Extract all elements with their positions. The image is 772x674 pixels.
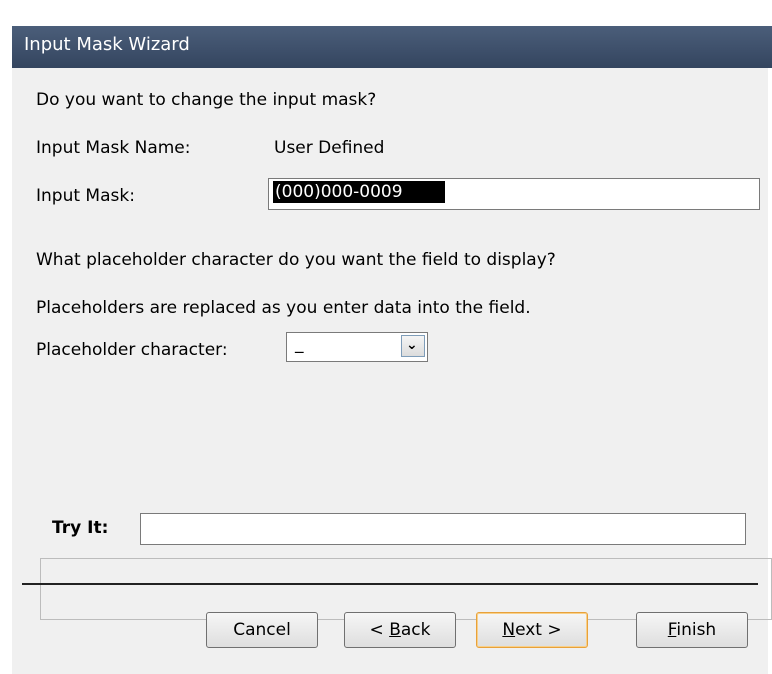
try-it-label: Try It: (52, 518, 109, 538)
try-it-group (40, 558, 772, 620)
next-mnemonic: N (502, 620, 516, 640)
mask-name-label: Input Mask Name: (36, 138, 191, 158)
back-mnemonic: B (389, 620, 401, 640)
cancel-button[interactable]: Cancel (206, 612, 318, 648)
mask-name-value: User Defined (274, 138, 385, 158)
placeholder-value: _ (295, 334, 304, 354)
input-mask-wizard-dialog: Input Mask Wizard Do you want to change … (0, 0, 772, 674)
placeholder-hint: Placeholders are replaced as you enter d… (36, 298, 531, 318)
window-title: Input Mask Wizard (24, 34, 190, 55)
input-mask-value: (000)000-0009 (273, 181, 445, 203)
next-button[interactable]: Next > (476, 612, 588, 648)
finish-button[interactable]: Finish (636, 612, 748, 648)
back-rest: ack (400, 620, 431, 640)
placeholder-question: What placeholder character do you want t… (36, 250, 556, 270)
back-prefix: < (369, 620, 390, 640)
placeholder-dropdown-button[interactable]: ⌄ (401, 335, 425, 357)
placeholder-select[interactable]: _ ⌄ (286, 332, 428, 362)
next-rest: ext > (515, 620, 562, 640)
try-it-input[interactable] (140, 513, 746, 545)
placeholder-label: Placeholder character: (36, 340, 228, 360)
chevron-down-icon: ⌄ (406, 337, 418, 353)
window-edge (0, 0, 12, 674)
back-button[interactable]: < Back (344, 612, 456, 648)
finish-rest: inish (676, 620, 717, 640)
separator (22, 583, 758, 585)
input-mask-label: Input Mask: (36, 186, 135, 206)
title-bar[interactable]: Input Mask Wizard (12, 26, 772, 68)
input-mask-field[interactable]: (000)000-0009 (268, 178, 760, 210)
prompt-text: Do you want to change the input mask? (36, 90, 377, 110)
